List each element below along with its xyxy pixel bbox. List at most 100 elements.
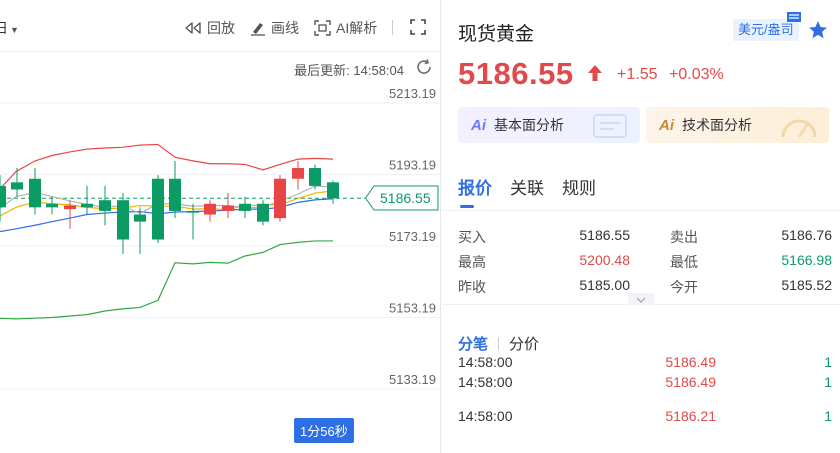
stat-value: 5166.98 [781, 252, 832, 268]
ai-fundamental-label: 基本面分析 [494, 117, 564, 133]
gauge-deco-icon [781, 119, 817, 138]
chart-toolbar: 日 ▼ 回放 画线 AI解析 [0, 0, 441, 52]
stat-value: 5186.76 [781, 227, 832, 243]
tab-ticks[interactable]: 分笔 [458, 333, 488, 354]
list-item: 14:58:00 5186.49 1 [458, 366, 838, 400]
bearish-candle [117, 200, 129, 240]
y-tick-label: 5153.19 [389, 301, 436, 316]
pen-icon [251, 23, 265, 36]
stat-label: 买入 [458, 229, 486, 245]
bearish-candle [134, 214, 146, 222]
last-update-text: 最后更新: 14:58:04 [294, 63, 404, 78]
stat-value: 5185.52 [781, 277, 832, 293]
bearish-candle [309, 168, 321, 186]
candle-countdown: 1分56秒 [294, 418, 354, 443]
candlestick-chart[interactable]: 5213.19 5193.19 5173.19 5153.19 5133.19 [0, 82, 441, 417]
fullscreen-icon [410, 19, 426, 35]
y-tick-label: 5173.19 [389, 229, 436, 244]
favorite-star-icon[interactable] [808, 20, 828, 40]
stat-value: 5186.55 [579, 227, 630, 243]
list-item: 14:58:00 5186.21 1 [458, 400, 838, 434]
caret-down-icon: ▼ [10, 25, 19, 35]
bullish-candle [64, 205, 76, 210]
tick-time: 14:58:00 [458, 408, 513, 424]
y-tick-label: 5133.19 [389, 372, 436, 387]
bullish-candle [274, 178, 286, 219]
ai-logo-icon: Ai [471, 116, 486, 134]
price-change-percent: +0.03% [669, 66, 724, 83]
bearish-candle [99, 200, 111, 211]
price-change: +1.55 [617, 66, 658, 83]
draw-line-label: 画线 [271, 20, 299, 36]
tab-quote[interactable]: 报价 [458, 174, 492, 199]
active-tab-indicator [460, 205, 474, 208]
toolbar-divider [392, 20, 393, 35]
bearish-candle [327, 182, 339, 199]
ai-scan-icon [314, 20, 331, 36]
tab-rules[interactable]: 规则 [562, 174, 596, 199]
tick-list[interactable]: 14:58:00 5186.49 1 14:58:00 5186.49 1 14… [458, 354, 838, 453]
ai-analysis-label: AI解析 [336, 20, 378, 36]
replay-label: 回放 [207, 20, 235, 36]
refresh-icon[interactable] [415, 58, 433, 76]
flag-icon [787, 12, 801, 22]
unit-badge[interactable]: 美元/盎司 [733, 19, 799, 41]
instrument-title: 现货黄金 [458, 24, 535, 45]
bearish-candle [187, 210, 199, 213]
stat-label: 今开 [670, 279, 698, 295]
tick-price: 5186.49 [665, 374, 716, 390]
stat-label: 卖出 [670, 229, 698, 245]
chevron-down-icon [636, 297, 646, 303]
bearish-candle [239, 203, 251, 211]
replay-button[interactable]: 回放 [184, 18, 235, 38]
tabs-divider [442, 210, 840, 211]
stat-row: 最高 5200.48 最低 5166.98 [458, 252, 838, 277]
quote-tabs: 报价 关联 规则 [458, 174, 596, 199]
sub-tab-divider [498, 337, 500, 350]
last-price: 5186.55 [458, 56, 574, 91]
tab-related[interactable]: 关联 [510, 174, 544, 199]
tick-volume: 1 [824, 408, 832, 424]
bearish-candle [46, 203, 58, 208]
y-tick-label: 5213.19 [389, 86, 436, 101]
trade-sub-tabs: 分笔 分价 [458, 333, 539, 354]
tab-price-volume[interactable]: 分价 [509, 333, 539, 354]
stat-label: 最高 [458, 254, 486, 270]
ai-technical-label: 技术面分析 [682, 117, 752, 133]
bearish-candle [81, 203, 93, 208]
ai-technical-analysis-button[interactable]: Ai 技术面分析 [646, 107, 829, 143]
stat-value: 5200.48 [579, 252, 630, 268]
bearish-candle [257, 203, 269, 222]
list-item: 14:58:00 5186.49 1 [458, 354, 838, 370]
lower-band-line [0, 240, 333, 320]
document-deco-icon [593, 114, 627, 138]
expand-stats-button[interactable] [628, 293, 654, 305]
bullish-candle [222, 205, 234, 211]
tick-volume: 1 [824, 374, 832, 390]
y-tick-label: 5193.19 [389, 158, 436, 173]
draw-line-button[interactable]: 画线 [250, 18, 299, 38]
stat-label: 昨收 [458, 279, 486, 295]
ai-analysis-button[interactable]: AI解析 [314, 18, 377, 38]
tick-price: 5186.21 [665, 408, 716, 424]
kline-chart-panel: 日 ▼ 回放 画线 AI解析 最后更新: 14:58:04 5213.19 5193… [0, 0, 441, 453]
tick-time: 14:58:00 [458, 374, 513, 390]
bearish-candle [11, 182, 23, 190]
ai-logo-icon: Ai [659, 116, 674, 134]
current-price-label: 5186.55 [380, 190, 431, 206]
bullish-candle [292, 168, 304, 179]
quote-panel: 现货黄金 美元/盎司 5186.55 +1.55 +0.03% Ai 基本面分析… [442, 0, 840, 453]
fullscreen-button[interactable] [410, 19, 426, 35]
bearish-candle [29, 178, 41, 208]
period-selector[interactable]: 日 ▼ [0, 18, 19, 38]
stat-value: 5185.00 [579, 277, 630, 293]
bearish-candle [152, 178, 164, 240]
ai-fundamental-analysis-button[interactable]: Ai 基本面分析 [458, 107, 640, 143]
bearish-candle [169, 178, 181, 211]
update-row: 最后更新: 14:58:04 [0, 52, 441, 82]
stat-row: 买入 5186.55 卖出 5186.76 [458, 227, 838, 252]
period-label: 日 [0, 20, 8, 36]
stat-label: 最低 [670, 254, 698, 270]
bearish-candle [0, 185, 6, 208]
rewind-icon [185, 22, 201, 34]
